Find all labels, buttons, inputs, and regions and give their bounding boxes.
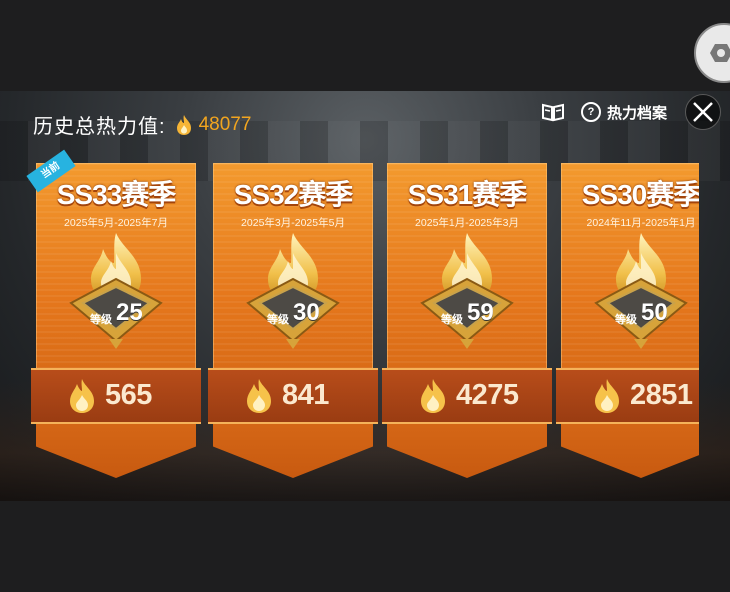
hexagon-gear-icon [710,44,730,62]
flame-icon [595,379,619,413]
season-dates: 2024年11月-2025年1月 [586,217,696,229]
season-title: SS31赛季 [407,179,528,210]
season-cards: 当前 SS33赛季 2025年5月-2025年7月 等级 25 565 SS32… [0,91,699,501]
flame-icon [70,379,94,413]
heat-total-value: 48077 [198,113,252,135]
close-button[interactable] [685,94,721,130]
season-card[interactable]: SS31赛季 2025年1月-2025年3月 等级 59 4275 [382,163,552,481]
flame-icon [421,379,445,413]
flame-crest-icon [69,233,163,349]
season-heat-value: 4275 [456,379,519,411]
season-heat-value: 565 [105,379,152,411]
season-title: SS33赛季 [56,179,177,210]
flame-crest-icon [246,233,340,349]
season-title: SS32赛季 [233,179,354,210]
flame-crest-icon [594,233,688,349]
season-heat-bar: 4275 [382,368,552,424]
level-badge: 等级 50 [586,231,696,351]
book-icon[interactable] [541,102,565,122]
level-value: 25 [116,299,143,326]
level-value: 50 [641,299,668,326]
settings-button[interactable] [694,23,730,83]
season-dates: 2025年1月-2025年3月 [415,217,519,229]
flame-icon [176,114,191,135]
season-heat-value: 2851 [630,379,693,411]
level-label: 等级 [267,314,289,326]
heat-total-header: 历史总热力值: 48077 [33,110,251,139]
season-dates: 2025年5月-2025年7月 [64,217,168,229]
level-label: 等级 [441,314,463,326]
season-card[interactable]: 当前 SS33赛季 2025年5月-2025年7月 等级 25 565 [26,149,201,481]
season-title: SS30赛季 [581,179,699,210]
heat-history-panel: 历史总热力值: 48077 ? 热力档案 当前 SS33赛季 2025年5月-2… [0,91,730,501]
level-badge: 等级 59 [412,231,522,351]
level-label: 等级 [90,314,112,326]
close-icon [693,102,713,122]
season-heat-bar: 841 [208,368,378,424]
heat-total-label: 历史总热力值: [33,116,166,138]
season-card[interactable]: SS30赛季 2024年11月-2025年1月 等级 50 2851 [556,163,699,481]
season-dates: 2025年3月-2025年5月 [241,217,345,229]
season-card[interactable]: SS32赛季 2025年3月-2025年5月 等级 30 841 [208,163,378,481]
flame-crest-icon [420,233,514,349]
season-heat-bar: 2851 [556,368,699,424]
level-value: 59 [467,299,494,326]
season-heat-value: 841 [282,379,329,411]
level-label: 等级 [615,314,637,326]
level-badge: 等级 25 [61,231,171,351]
heat-archive-link[interactable]: 热力档案 [607,102,667,123]
top-right-controls: ? 热力档案 [541,94,730,130]
season-heat-bar: 565 [31,368,201,424]
level-value: 30 [293,299,320,326]
help-icon[interactable]: ? [580,102,601,122]
level-badge: 等级 30 [238,231,348,351]
flame-icon [247,379,271,413]
